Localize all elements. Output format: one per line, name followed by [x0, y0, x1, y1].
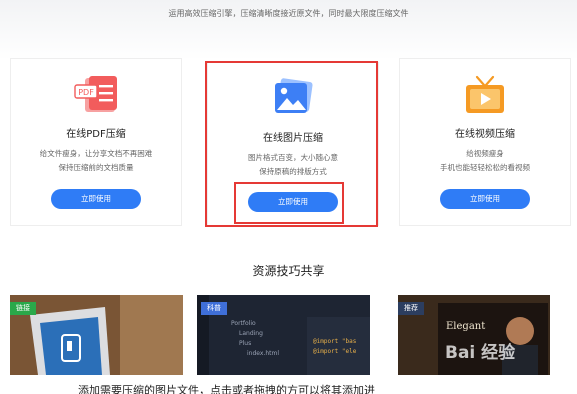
image-compress-card[interactable]: 在线图片压缩 图片格式百变，大小随心意 保持原稿的排版方式 立即使用: [207, 62, 379, 226]
card-desc-line: 给文件瘦身，让分享文档不再困难: [39, 149, 153, 158]
code-panel: @import "bas @import "ele: [307, 317, 370, 375]
code-line: @import "ele: [313, 348, 357, 355]
file-tree-item: Landing: [239, 330, 263, 337]
tv-play-icon: [463, 75, 507, 121]
image-use-now-button[interactable]: 立即使用: [248, 192, 338, 212]
card-desc-line: 保持原稿的排版方式: [259, 167, 327, 176]
card-desc-line: 手机也能轻轻松松的看视频: [440, 163, 530, 172]
pdf-icon: PDF: [73, 75, 119, 119]
card-title: 在线图片压缩: [263, 133, 323, 144]
file-tree: Portfolio Landing Plus index.html: [211, 319, 279, 359]
video-compress-card[interactable]: 在线视频压缩 给视频瘦身 手机也能轻轻松松的看视频 立即使用: [399, 58, 571, 226]
pdf-compress-card[interactable]: PDF 在线PDF压缩 给文件瘦身，让分享文档不再困难 保持压缩前的文档质量 立…: [10, 58, 182, 226]
thumbnail-tag: 科普: [201, 302, 227, 315]
resource-thumbnail-recommend[interactable]: Elegant 推荐: [398, 295, 550, 375]
file-tree-item: Plus: [239, 340, 252, 347]
file-tree-item: index.html: [247, 350, 279, 357]
card-description: 给视频瘦身 手机也能轻轻松松的看视频: [400, 147, 570, 175]
pdf-badge-text: PDF: [78, 88, 94, 97]
header-subtitle: 运用高效压缩引擎，压缩清晰度接近原文件，同时最大限度压缩文件: [168, 9, 409, 18]
book-title-text: Elegant: [446, 321, 486, 332]
card-desc-line: 保持压缩前的文档质量: [58, 163, 134, 172]
footer-text: 添加需要压缩的图片文件，点击或者拖拽的方可以将其添加进: [78, 384, 375, 394]
thumbnail-tag: 链接: [10, 302, 36, 315]
image-icon: [271, 77, 315, 121]
video-use-now-button[interactable]: 立即使用: [440, 189, 530, 209]
card-title: 在线视频压缩: [455, 129, 515, 140]
resource-thumbnail-link[interactable]: 链接: [10, 295, 183, 375]
pdf-use-now-button[interactable]: 立即使用: [51, 189, 141, 209]
resource-thumbnail-science[interactable]: Portfolio Landing Plus index.html @impor…: [197, 295, 370, 375]
code-line: @import "bas: [313, 338, 357, 345]
section-title: 资源技巧共享: [252, 264, 325, 278]
baidu-watermark: Bai 经验: [445, 343, 516, 363]
card-title: 在线PDF压缩: [66, 129, 126, 140]
card-desc-line: 图片格式百变，大小随心意: [248, 153, 338, 162]
file-tree-item: Portfolio: [231, 320, 256, 327]
card-description: 图片格式百变，大小随心意 保持原稿的排版方式: [208, 151, 378, 179]
card-description: 给文件瘦身，让分享文档不再困难 保持压缩前的文档质量: [11, 147, 181, 175]
card-desc-line: 给视频瘦身: [466, 149, 504, 158]
thumbnail-tag: 推荐: [398, 302, 424, 315]
